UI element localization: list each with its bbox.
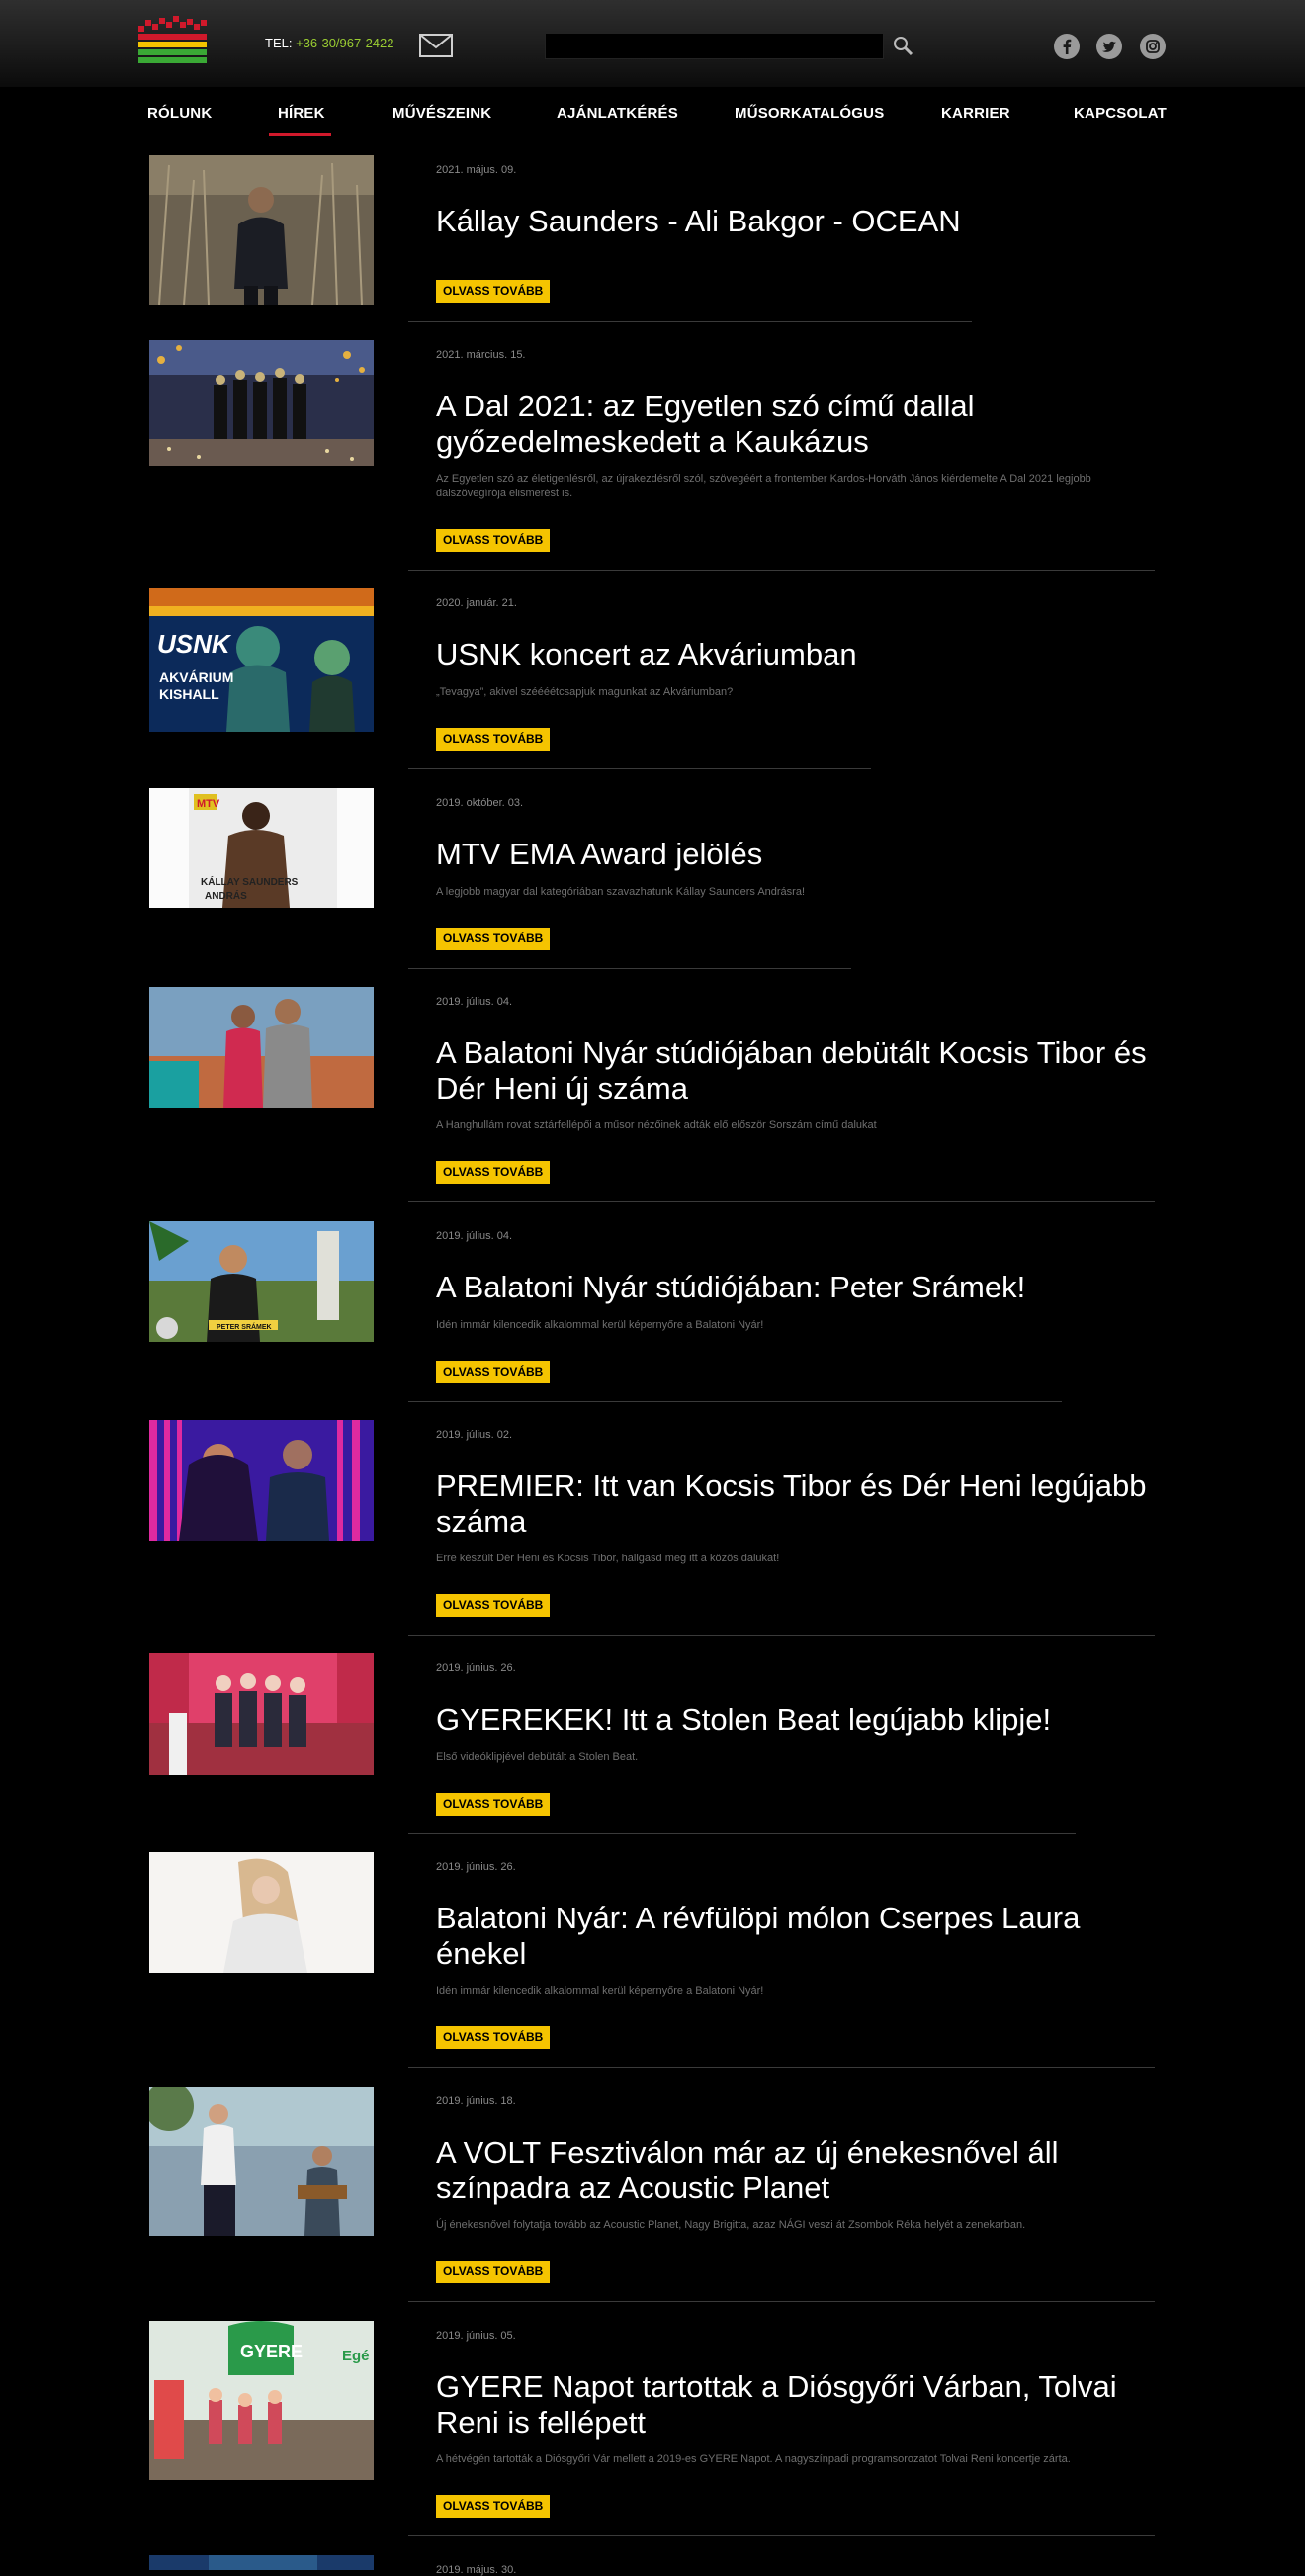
instagram-icon[interactable] <box>1139 33 1167 60</box>
nav-item-musorkatalogus[interactable]: MŰSORKATALÓGUS <box>735 105 884 122</box>
article-title[interactable]: A VOLT Fesztiválon már az új énekesnővel… <box>436 2135 1158 2206</box>
article-date: 2019. július. 04. <box>436 1230 513 1242</box>
thumb-caption: KÁLLAY SAUNDERS <box>201 875 299 888</box>
article-divider <box>408 2535 1155 2536</box>
article-divider <box>408 1833 1076 1834</box>
article-title[interactable]: PREMIER: Itt van Kocsis Tibor és Dér Hen… <box>436 1468 1158 1540</box>
article-excerpt: A hétvégén tartották a Diósgyőri Vár mel… <box>436 2453 1071 2465</box>
nav-active-indicator <box>269 133 331 136</box>
thumb-caption: ANDRÁS <box>205 889 247 902</box>
logo-icon[interactable] <box>138 16 210 75</box>
article-divider <box>408 570 1155 571</box>
article-thumbnail[interactable] <box>149 1420 374 1541</box>
read-more-button[interactable]: OLVASS TOVÁBB <box>436 2261 551 2283</box>
article-excerpt: A legjobb magyar dal kategóriában szavaz… <box>436 886 806 898</box>
article-thumbnail[interactable] <box>149 2555 374 2570</box>
article-date: 2019. június. 18. <box>436 2095 516 2107</box>
nav-item-karrier[interactable]: KARRIER <box>941 105 1010 122</box>
article-excerpt: „Tevagya”, akivel széééétcsapjuk magunka… <box>436 686 734 698</box>
article-thumbnail[interactable] <box>149 1653 374 1775</box>
article-title[interactable]: Balatoni Nyár: A révfülöpi mólon Cserpes… <box>436 1901 1158 1972</box>
nav-item-muveszeink[interactable]: MŰVÉSZEINK <box>392 105 491 122</box>
read-more-button[interactable]: OLVASS TOVÁBB <box>436 1161 551 1184</box>
main-navigation: RÓLUNK HÍREK MŰVÉSZEINK AJÁNLATKÉRÉS MŰS… <box>0 87 1305 142</box>
article-date: 2019. június. 26. <box>436 1662 516 1674</box>
article-thumbnail[interactable]: MTV KÁLLAY SAUNDERS ANDRÁS <box>149 788 374 908</box>
article-divider <box>408 1635 1155 1636</box>
article-divider <box>408 768 871 769</box>
twitter-icon[interactable] <box>1095 33 1123 60</box>
read-more-button[interactable]: OLVASS TOVÁBB <box>436 2495 551 2518</box>
search-input[interactable] <box>545 33 884 59</box>
facebook-icon[interactable] <box>1053 33 1081 60</box>
read-more-button[interactable]: OLVASS TOVÁBB <box>436 1793 551 1816</box>
read-more-button[interactable]: OLVASS TOVÁBB <box>436 728 551 751</box>
article-divider <box>408 2301 1155 2302</box>
read-more-button[interactable]: OLVASS TOVÁBB <box>436 1361 551 1383</box>
nav-item-hirek[interactable]: HÍREK <box>278 105 325 122</box>
article-title[interactable]: Kállay Saunders - Ali Bakgor - OCEAN <box>436 204 1158 239</box>
article-date: 2019. október. 03. <box>436 797 524 809</box>
article-thumbnail[interactable] <box>149 2087 374 2236</box>
article-title[interactable]: USNK koncert az Akváriumban <box>436 637 1158 672</box>
article-excerpt: Idén immár kilencedik alkalommal kerül k… <box>436 1985 764 1997</box>
article-thumbnail[interactable] <box>149 155 374 305</box>
article-excerpt: Az Egyetlen szó az életigenlésről, az új… <box>436 473 1091 499</box>
read-more-button[interactable]: OLVASS TOVÁBB <box>436 529 551 552</box>
article-date: 2019. július. 02. <box>436 1429 513 1441</box>
article-title[interactable]: A Balatoni Nyár stúdiójában debütált Koc… <box>436 1035 1158 1107</box>
nav-item-ajanlatkeres[interactable]: AJÁNLATKÉRÉS <box>557 105 678 122</box>
article-excerpt: Erre készült Dér Heni és Kocsis Tibor, h… <box>436 1553 780 1564</box>
article-excerpt: A Hanghullám rovat sztárfellépői a műsor… <box>436 1119 877 1131</box>
phone-contact: TEL: +36-30/967-2422 <box>265 36 394 50</box>
nav-item-kapcsolat[interactable]: KAPCSOLAT <box>1074 105 1167 122</box>
thumb-caption: MTV <box>197 798 220 810</box>
read-more-button[interactable]: OLVASS TOVÁBB <box>436 1594 551 1617</box>
article-date: 2019. június. 26. <box>436 1861 516 1873</box>
article-divider <box>408 1201 1155 1202</box>
article-divider <box>408 1401 1062 1402</box>
thumb-caption: GYERE <box>240 2342 303 2361</box>
read-more-button[interactable]: OLVASS TOVÁBB <box>436 280 551 303</box>
article-date: 2021. március. 15. <box>436 349 526 361</box>
phone-number[interactable]: +36-30/967-2422 <box>296 36 393 50</box>
article-thumbnail[interactable]: USNK AKVÁRIUM KISHALL <box>149 588 374 732</box>
read-more-button[interactable]: OLVASS TOVÁBB <box>436 2026 551 2049</box>
article-date: 2019. július. 04. <box>436 996 513 1008</box>
nav-item-rolunk[interactable]: RÓLUNK <box>147 105 212 122</box>
article-excerpt: Új énekesnővel folytatja tovább az Acous… <box>436 2219 1026 2231</box>
article-thumbnail[interactable] <box>149 340 374 466</box>
article-divider <box>408 321 972 322</box>
article-thumbnail[interactable]: GYERE Egé <box>149 2321 374 2480</box>
article-title[interactable]: A Dal 2021: az Egyetlen szó című dallal … <box>436 389 1158 460</box>
thumb-caption: KISHALL <box>159 686 219 702</box>
article-divider <box>408 2067 1155 2068</box>
mail-icon[interactable] <box>419 34 453 57</box>
article-excerpt: Idén immár kilencedik alkalommal kerül k… <box>436 1319 764 1331</box>
article-title[interactable]: A Balatoni Nyár stúdiójában: Peter Sráme… <box>436 1270 1158 1305</box>
article-divider <box>408 968 851 969</box>
article-title[interactable]: GYERE Napot tartottak a Diósgyőri Várban… <box>436 2369 1158 2441</box>
article-title[interactable]: GYEREKEK! Itt a Stolen Beat legújabb kli… <box>436 1702 1158 1737</box>
article-date: 2020. január. 21. <box>436 597 517 609</box>
search-icon[interactable] <box>892 35 914 56</box>
thumb-caption: AKVÁRIUM <box>159 669 233 685</box>
thumb-caption: PETER SRÁMEK <box>217 1322 272 1331</box>
article-excerpt: Első videóklipjével debütált a Stolen Be… <box>436 1751 639 1763</box>
site-header: TEL: +36-30/967-2422 <box>0 0 1305 87</box>
read-more-button[interactable]: OLVASS TOVÁBB <box>436 928 551 950</box>
article-date: 2019. június. 05. <box>436 2330 516 2342</box>
thumb-caption: USNK <box>157 629 232 659</box>
article-thumbnail[interactable] <box>149 987 374 1108</box>
article-title[interactable]: MTV EMA Award jelölés <box>436 837 1158 872</box>
article-date: 2019. május. 30. <box>436 2564 517 2576</box>
article-date: 2021. május. 09. <box>436 164 517 176</box>
article-thumbnail[interactable]: PETER SRÁMEK <box>149 1221 374 1342</box>
phone-label: TEL: <box>265 36 293 50</box>
thumb-caption: Egé <box>342 2348 370 2364</box>
article-thumbnail[interactable] <box>149 1852 374 1973</box>
